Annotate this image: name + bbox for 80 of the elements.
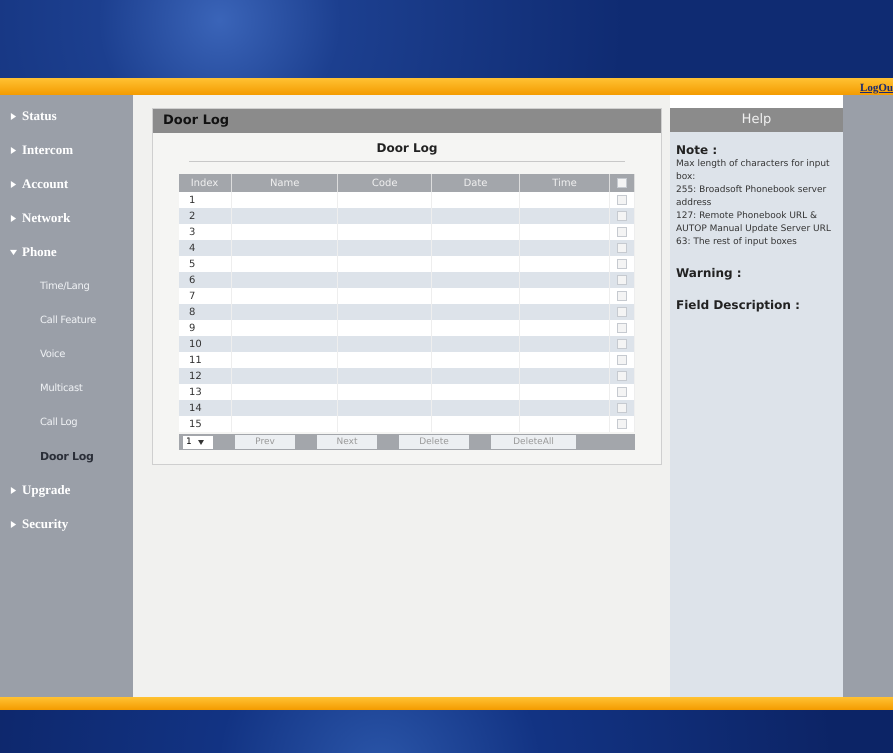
note-text: 63: The rest of input boxes xyxy=(676,236,798,249)
sidebar-item[interactable]: Network xyxy=(0,201,133,235)
sidebar-item-label: Status xyxy=(22,108,57,124)
footer-button[interactable]: DeleteAll xyxy=(491,435,576,449)
index-cell: 6 xyxy=(179,272,232,288)
panel-title: Door Log xyxy=(153,109,661,133)
sidebar-subitem[interactable]: Multicast xyxy=(0,371,133,405)
caret-right-icon xyxy=(10,486,17,494)
field-description-label: Field Description : xyxy=(676,297,801,313)
row-checkbox[interactable] xyxy=(617,418,627,429)
row-checkbox[interactable] xyxy=(617,386,627,397)
note-text: 255: Broadsoft Phonebook server address xyxy=(676,184,828,210)
index-cell: 2 xyxy=(179,208,232,224)
sidebar-subitem[interactable]: Call Feature xyxy=(0,303,133,337)
column-header: Name xyxy=(232,174,338,192)
sidebar-item-label: Security xyxy=(22,516,68,532)
section-heading: Door Log xyxy=(189,141,625,162)
sidebar-item[interactable]: Status xyxy=(0,99,133,133)
caret-right-icon xyxy=(10,520,17,528)
sidebar-item[interactable]: Phone xyxy=(0,235,133,269)
sidebar-item-label: Phone xyxy=(22,244,57,260)
row-checkbox[interactable] xyxy=(617,210,627,221)
row-checkbox[interactable] xyxy=(617,290,627,301)
index-cell: 10 xyxy=(179,336,232,352)
index-cell: 8 xyxy=(179,304,232,320)
row-checkbox[interactable] xyxy=(617,306,627,317)
index-cell: 12 xyxy=(179,368,232,384)
index-cell: 3 xyxy=(179,224,232,240)
row-checkbox[interactable] xyxy=(617,226,627,237)
index-cell: 9 xyxy=(179,320,232,336)
sidebar-subitem[interactable]: Time/Lang xyxy=(0,269,133,303)
row-checkbox[interactable] xyxy=(617,274,627,285)
sidebar-subitem[interactable]: Door Log xyxy=(0,439,133,473)
dropdown-caret-icon xyxy=(198,440,204,444)
note-text: 127: Remote Phonebook URL & AUTOP Manual Update Server URL xyxy=(676,210,832,236)
sidebar-item-label: Intercom xyxy=(22,142,74,158)
row-checkbox[interactable] xyxy=(617,402,627,413)
caret-right-icon xyxy=(10,146,17,154)
index-cell: 1 xyxy=(179,192,232,208)
sidebar-item[interactable]: Security xyxy=(0,507,133,541)
row-checkbox[interactable] xyxy=(617,354,627,365)
sidebar-item-label: Network xyxy=(22,210,70,226)
logout-link[interactable]: LogOu xyxy=(860,82,893,95)
sidebar-subitem[interactable]: Voice xyxy=(0,337,133,371)
page-select[interactable]: 1 xyxy=(183,436,213,448)
caret-right-icon xyxy=(10,214,17,222)
index-cell: 13 xyxy=(179,384,232,400)
caret-right-icon xyxy=(10,112,17,120)
note-text: Max length of characters for input box: xyxy=(676,158,831,184)
warning-label: Warning : xyxy=(676,265,743,281)
index-cell: 11 xyxy=(179,352,232,368)
sidebar-item-label: Upgrade xyxy=(22,482,70,498)
footer-button[interactable]: Delete xyxy=(399,435,469,449)
index-cell: 7 xyxy=(179,288,232,304)
column-header: Index xyxy=(179,174,232,192)
note-label: Note : xyxy=(676,142,718,158)
caret-right-icon xyxy=(10,180,17,188)
column-header: Time xyxy=(520,174,610,192)
index-cell: 4 xyxy=(179,240,232,256)
row-checkbox[interactable] xyxy=(617,242,627,253)
column-header: Code xyxy=(338,174,432,192)
index-cell: 15 xyxy=(179,416,232,432)
row-checkbox[interactable] xyxy=(617,258,627,269)
index-cell: 5 xyxy=(179,256,232,272)
row-checkbox[interactable] xyxy=(617,338,627,349)
sidebar-subitem[interactable]: Call Log xyxy=(0,405,133,439)
help-title: Help xyxy=(670,108,843,132)
index-cell: 14 xyxy=(179,400,232,416)
sidebar-item[interactable]: Upgrade xyxy=(0,473,133,507)
row-checkbox[interactable] xyxy=(617,322,627,333)
select-all-checkbox[interactable] xyxy=(617,178,627,188)
footer-button[interactable]: Prev xyxy=(235,435,295,449)
row-checkbox[interactable] xyxy=(617,194,627,205)
sidebar-item[interactable]: Intercom xyxy=(0,133,133,167)
sidebar-item[interactable]: Account xyxy=(0,167,133,201)
footer-button[interactable]: Next xyxy=(317,435,377,449)
caret-down-icon xyxy=(10,248,17,256)
row-checkbox[interactable] xyxy=(617,370,627,381)
sidebar-item-label: Account xyxy=(22,176,68,192)
column-header: Date xyxy=(432,174,520,192)
